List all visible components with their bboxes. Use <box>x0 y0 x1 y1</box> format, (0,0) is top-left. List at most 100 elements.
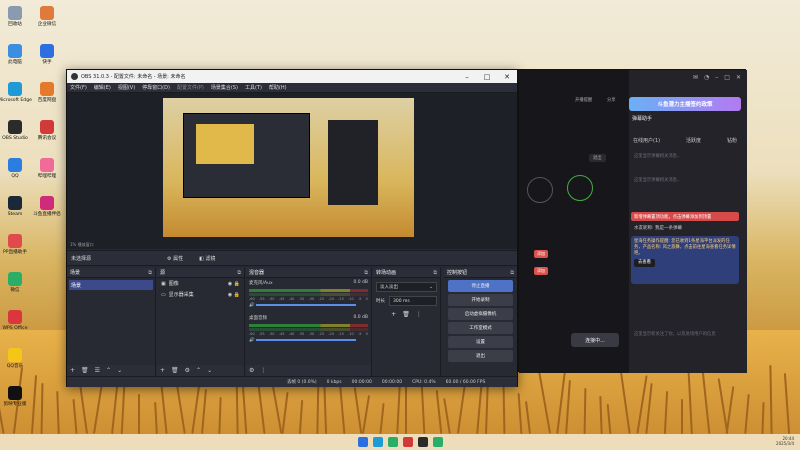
trash-icon[interactable]: 🗑 <box>171 367 179 374</box>
eye-lock-icon[interactable]: ◉ 🔒 <box>228 281 240 287</box>
menu-item[interactable]: 文件(F) <box>70 84 87 91</box>
add-button[interactable]: 添加 <box>534 267 548 275</box>
connecting-button[interactable]: 连接中... <box>571 333 619 347</box>
selected-source-label: 未选择源 <box>71 255 92 262</box>
filter-icon[interactable]: ☰ <box>95 367 100 374</box>
pin-notice[interactable]: 新增弹幕置顶功能，点击弹幕添加到顶置 <box>631 212 739 221</box>
scene-item[interactable]: 场景 <box>69 280 153 290</box>
dock-popout-icon[interactable]: ⧉ <box>510 270 514 276</box>
filters-button[interactable]: ◧ 滤镜 <box>193 254 221 263</box>
wheat-stalk <box>681 399 683 434</box>
message-icon[interactable]: ✉ <box>693 74 698 81</box>
tab-online-users[interactable]: 在线用户(1) <box>633 137 660 144</box>
wechat-icon[interactable] <box>432 437 443 447</box>
properties-button[interactable]: ⚙ 属性 <box>161 254 189 263</box>
dock-popout-icon[interactable]: ⧉ <box>148 270 152 276</box>
scale-tick: -60 <box>249 297 255 301</box>
trash-icon[interactable]: 🗑 <box>81 367 89 374</box>
feature-circle[interactable] <box>527 177 553 203</box>
gear-icon[interactable]: ⚙ <box>185 367 190 374</box>
start-icon[interactable] <box>357 437 368 447</box>
maximize-icon[interactable]: □ <box>477 73 497 81</box>
stream-app-icon[interactable] <box>402 437 413 447</box>
down-icon[interactable]: ⌄ <box>207 367 212 374</box>
app-icon <box>8 234 22 248</box>
app-icon <box>40 120 54 134</box>
bitrate: 0 kbps <box>326 379 342 385</box>
desktop-icon[interactable]: 微信 <box>0 272 44 294</box>
minimize-icon[interactable]: – <box>457 73 477 81</box>
source-item[interactable]: ▭ 显示器采集 ◉ 🔒 <box>157 289 244 300</box>
obs-icon[interactable] <box>417 437 428 447</box>
rec-time: 00:00:00 <box>381 379 403 385</box>
add-icon[interactable]: + <box>391 311 396 318</box>
menu-item[interactable]: 视图(V) <box>118 84 135 91</box>
menu-item[interactable]: 停靠窗口(D) <box>142 84 170 91</box>
share-button[interactable]: 分享 <box>607 97 616 103</box>
add-icon[interactable]: + <box>160 367 165 374</box>
up-icon[interactable]: ⌃ <box>196 367 201 374</box>
edge-icon[interactable] <box>372 437 383 447</box>
transition-select[interactable]: 淡入淡出 ⌄ <box>376 282 437 292</box>
down-icon[interactable]: ⌄ <box>117 367 122 374</box>
minimize-icon[interactable]: – <box>715 74 718 81</box>
volume-slider[interactable]: 🔊 <box>246 336 371 345</box>
scale-tick: -5 <box>357 297 362 301</box>
headset-icon[interactable]: ◔ <box>704 74 709 81</box>
add-icon[interactable]: + <box>70 367 75 374</box>
taskbar: 20:44 2025/3/4 <box>0 434 800 450</box>
gear-icon[interactable]: ⚙ <box>249 367 254 374</box>
desktop-icon[interactable]: QQ音乐 <box>0 348 44 370</box>
exit-button[interactable]: 退出 <box>448 350 513 362</box>
menu-item[interactable]: 帮助(H) <box>269 84 287 91</box>
menu-item[interactable]: 场景集合(S) <box>211 84 238 91</box>
maximize-icon[interactable]: □ <box>724 74 730 81</box>
remind-toggle[interactable]: 开播提醒 <box>575 97 592 103</box>
app-icon <box>40 196 54 210</box>
app-icon <box>8 272 22 286</box>
more-icon[interactable]: ⋮ <box>260 367 266 374</box>
add-button[interactable]: 添加 <box>534 250 548 258</box>
menu-item[interactable]: 编辑(E) <box>94 84 111 91</box>
menu-item[interactable]: 工具(T) <box>245 84 262 91</box>
volume-slider[interactable]: 🔊 <box>246 301 371 310</box>
scale-tick: -30 <box>308 297 315 301</box>
dock-popout-icon[interactable]: ⧉ <box>237 270 241 276</box>
desktop-icon[interactable]: PP直播助手 <box>0 234 44 256</box>
trash-icon[interactable]: 🗑 <box>402 311 410 318</box>
menu-item[interactable]: 配置文件(P) <box>177 84 204 91</box>
duration-input[interactable]: 300 ms <box>389 296 437 306</box>
app-icon[interactable] <box>387 437 398 447</box>
tab-activity[interactable]: 活跃度 <box>686 137 701 144</box>
tab-diamond-fans[interactable]: 钻粉 <box>727 137 737 144</box>
close-icon[interactable]: ✕ <box>736 74 741 81</box>
wheat-stalk <box>583 387 586 435</box>
source-item[interactable]: ▣ 图像 ◉ 🔒 <box>157 278 244 289</box>
more-icon[interactable]: ⋮ <box>416 311 422 318</box>
start-virtual-camera-button[interactable]: 启动虚拟摄像机 <box>448 308 513 320</box>
desktop-icon-label: QQ音乐 <box>6 364 24 369</box>
dock-popout-icon[interactable]: ⧉ <box>433 270 437 276</box>
stop-streaming-button[interactable]: 停止直播 <box>448 280 513 292</box>
preview-area[interactable] <box>67 93 517 241</box>
audio-meter <box>249 293 368 296</box>
feature-circle[interactable] <box>567 175 593 201</box>
studio-mode-button[interactable]: 工作室模式 <box>448 322 513 334</box>
channel-name: 麦克风/Aux <box>249 281 273 286</box>
dock-popout-icon[interactable]: ⧉ <box>364 270 368 276</box>
desktop-icon[interactable]: 企业微信 <box>18 6 76 28</box>
exit-small-button[interactable]: 退出 <box>589 154 606 162</box>
up-icon[interactable]: ⌃ <box>106 367 111 374</box>
scenes-footer: + 🗑 ☰ ⌃ ⌄ <box>67 365 155 376</box>
desktop-icon[interactable]: 剪映专业版 <box>0 386 44 408</box>
desktop-icon[interactable]: 快手 <box>18 44 76 66</box>
desktop-icon-label: PP直播助手 <box>3 250 27 255</box>
view-task-button[interactable]: 去查看 <box>634 259 655 267</box>
start-recording-button[interactable]: 开始录制 <box>448 294 513 306</box>
close-icon[interactable]: ✕ <box>497 73 517 81</box>
eye-lock-icon[interactable]: ◉ 🔒 <box>228 292 240 298</box>
desktop-icon[interactable]: WPS Office <box>0 310 44 332</box>
settings-button[interactable]: 设置 <box>448 336 513 348</box>
live-time: 00:00:00 <box>351 379 372 385</box>
promo-banner[interactable]: 斗鱼潜力主播签约政策 <box>629 97 741 111</box>
